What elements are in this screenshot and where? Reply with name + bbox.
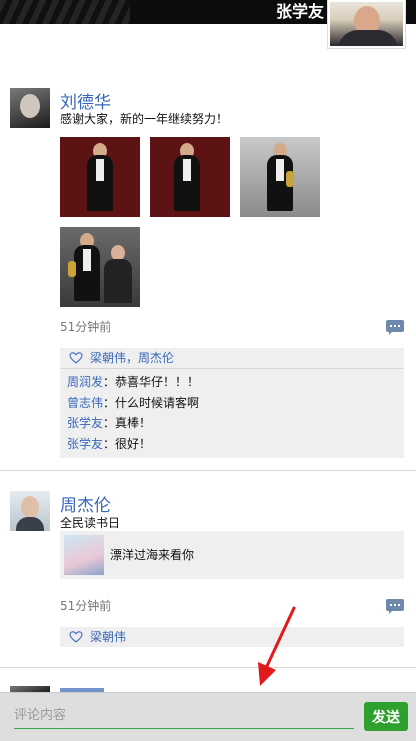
send-button[interactable]: 发送 (364, 702, 408, 731)
red-arrow (258, 606, 296, 686)
comment-separator: ： (103, 436, 116, 451)
comment-item: 曾志伟：什么时候请客啊 (67, 393, 404, 414)
comment-user[interactable]: 曾志伟 (67, 396, 103, 410)
comment-user[interactable]: 张学友 (67, 437, 103, 451)
post-2-text: 全民读书日 (60, 516, 121, 530)
comment-icon[interactable] (386, 320, 404, 335)
post-1-likes: 梁朝伟，周杰伦 (60, 348, 404, 368)
comment-item: 张学友：真棒！ (67, 413, 404, 434)
post-2-interactions: 梁朝伟 (60, 627, 404, 647)
comment-text: 很好！ (115, 436, 152, 451)
heart-icon[interactable] (69, 352, 83, 364)
comment-separator: ： (103, 416, 116, 430)
post-1-photo-1[interactable] (60, 137, 140, 217)
profile-avatar[interactable] (328, 0, 405, 48)
comment-composer: 发送 (0, 692, 416, 741)
comment-separator: ： (103, 395, 116, 410)
post-1-comments: 周润发：恭喜华仔！！！ 曾志伟：什么时候请客啊 张学友：真棒！ 张学友：很好！ (60, 368, 404, 458)
post-2-avatar[interactable] (10, 491, 50, 531)
post-1-interactions: 梁朝伟，周杰伦 周润发：恭喜华仔！！！ 曾志伟：什么时候请客啊 张学友：真棒！ … (60, 348, 404, 458)
post-2-author[interactable]: 周杰伦 (60, 491, 111, 516)
post-1-photo-4[interactable] (60, 227, 140, 307)
comment-user[interactable]: 张学友 (67, 416, 103, 430)
likes-names[interactable]: 梁朝伟 (90, 630, 126, 644)
comment-icon[interactable] (386, 599, 404, 614)
comment-text: 恭喜华仔！！！ (115, 375, 200, 389)
profile-name: 张学友 (275, 2, 324, 21)
comment-input[interactable] (14, 703, 354, 729)
shared-link-thumbnail (64, 535, 104, 575)
post-2-likes: 梁朝伟 (60, 627, 404, 647)
shared-link-card[interactable]: 漂洋过海来看你 (60, 531, 404, 579)
comment-text: 什么时候请客啊 (115, 395, 200, 410)
comment-separator: ： (103, 375, 116, 389)
post-1-text: 感谢大家，新的一年继续努力！ (60, 112, 229, 126)
likes-names[interactable]: 梁朝伟，周杰伦 (90, 351, 174, 365)
post-1-time: 51分钟前 (60, 320, 112, 334)
comment-user[interactable]: 周润发 (67, 375, 103, 389)
post-divider (0, 667, 416, 668)
comment-text: 真棒！ (115, 416, 152, 430)
post-1-photo-2[interactable] (150, 137, 230, 217)
post-1-photo-3[interactable] (240, 137, 320, 217)
post-2-time: 51分钟前 (60, 599, 112, 613)
heart-icon[interactable] (69, 631, 83, 643)
post-1-avatar[interactable] (10, 88, 50, 128)
comment-item: 张学友：很好！ (67, 434, 404, 455)
post-divider (0, 470, 416, 471)
shared-link-title: 漂洋过海来看你 (110, 548, 195, 562)
comment-item: 周润发：恭喜华仔！！！ (67, 372, 404, 393)
